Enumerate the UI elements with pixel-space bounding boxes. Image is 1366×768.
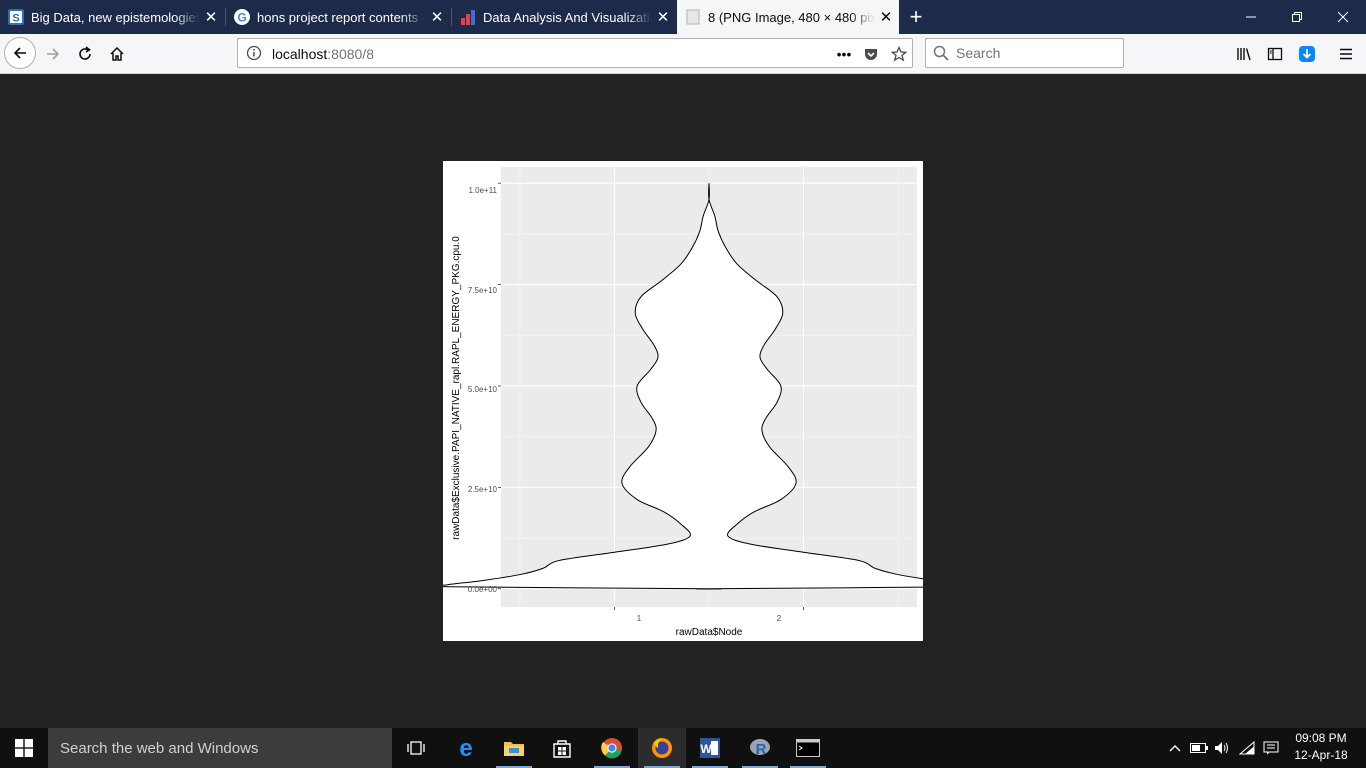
back-arrow-icon (13, 47, 26, 59)
tab-title: 8 (PNG Image, 480 × 480 pixels) (708, 9, 875, 25)
y-tick-label: 7.5e+10 (468, 286, 498, 295)
task-view-button[interactable] (392, 728, 440, 768)
tab-title: Data Analysis And Visualization (483, 9, 652, 25)
tray-overflow-icon[interactable] (1166, 728, 1184, 768)
terminal-icon (796, 739, 820, 757)
tab-hons-report[interactable]: G hons project report contents - Google … (226, 0, 450, 34)
new-tab-button[interactable]: + (904, 0, 928, 34)
y-tick-label: 1.0e+11 (468, 186, 497, 195)
clock-time: 09:08 PM (1295, 731, 1347, 745)
volume-icon[interactable] (1212, 728, 1232, 768)
store-button[interactable] (538, 728, 586, 768)
minimize-button[interactable] (1228, 0, 1274, 34)
word-button[interactable]: W (686, 728, 734, 768)
y-axis-title: rawData$Exclusive.PAPI_NATIVE_rapl.RAPL_… (451, 236, 462, 540)
address-bar[interactable]: localhost:8080/8 ••• (237, 38, 913, 68)
sidebar-button[interactable] (1261, 40, 1289, 68)
sidebar-icon (1267, 47, 1283, 61)
close-icon[interactable]: ✕ (875, 8, 897, 26)
scholar-icon: S (8, 9, 24, 25)
tab-big-data[interactable]: S Big Data, new epistemologies and parad… (0, 0, 224, 34)
windows-logo-icon (15, 739, 33, 757)
back-button[interactable] (4, 37, 36, 69)
edge-button[interactable]: e (442, 728, 490, 768)
close-window-button[interactable] (1320, 0, 1366, 34)
firefox-button[interactable] (638, 728, 686, 768)
x-tick-label: 2 (777, 614, 782, 623)
edge-icon: e (459, 737, 472, 759)
menu-button[interactable] (1332, 40, 1360, 68)
taskbar-search-placeholder: Search the web and Windows (60, 740, 259, 757)
google-icon: G (234, 9, 250, 25)
tab-title: hons project report contents - Google Do… (257, 9, 426, 25)
word-icon: W (700, 738, 720, 758)
wifi-icon[interactable] (1236, 728, 1258, 768)
violin-plot: 0.0e+00 2.5e+10 5.0e+10 7.5e+10 1.0e+11 … (427, 167, 991, 638)
pocket-icon[interactable] (861, 44, 881, 64)
chrome-button[interactable] (588, 728, 636, 768)
close-icon[interactable]: ✕ (652, 8, 674, 26)
url-path: :8080/8 (327, 46, 374, 62)
tab-title: Big Data, new epistemologies and paradig… (31, 9, 200, 25)
svg-text:S: S (12, 13, 19, 25)
r-button[interactable]: R (736, 728, 784, 768)
command-prompt-button[interactable] (784, 728, 832, 768)
url-host: localhost (272, 46, 328, 62)
bar-chart-icon (460, 9, 476, 25)
forward-button[interactable] (38, 39, 68, 69)
x-tick-label: 1 (637, 614, 642, 623)
svg-text:G: G (237, 11, 246, 25)
file-explorer-button[interactable] (490, 728, 538, 768)
plot-image[interactable]: 0.0e+00 2.5e+10 5.0e+10 7.5e+10 1.0e+11 … (427, 161, 991, 641)
svg-text:e: e (459, 737, 472, 759)
taskbar-search-box[interactable]: Search the web and Windows (48, 728, 392, 768)
reload-icon (79, 46, 91, 60)
downloads-button[interactable] (1293, 40, 1321, 68)
svg-text:R: R (756, 741, 767, 758)
chrome-icon (601, 738, 622, 759)
library-icon (1237, 48, 1251, 61)
r-icon: R (750, 739, 770, 758)
bookmark-star-icon[interactable] (889, 44, 909, 64)
navigation-toolbar: localhost:8080/8 ••• (0, 34, 1366, 74)
search-input[interactable] (956, 44, 1116, 62)
search-icon (933, 45, 949, 61)
page-actions-button[interactable]: ••• (834, 44, 854, 64)
y-tick-label: 5.0e+10 (468, 385, 498, 394)
url-text[interactable]: localhost:8080/8 (272, 46, 374, 62)
tab-data-analysis[interactable]: Data Analysis And Visualization ✕ (452, 0, 676, 34)
x-axis-title: rawData$Node (676, 627, 743, 638)
library-button[interactable] (1230, 40, 1258, 68)
download-icon (1299, 46, 1315, 62)
image-icon (685, 9, 701, 25)
home-icon (110, 46, 124, 61)
taskbar: Search the web and Windows e W R 09:08 P… (0, 728, 1366, 768)
system-clock[interactable]: 09:08 PM 12-Apr-18 (1286, 730, 1356, 766)
svg-text:W: W (700, 742, 712, 756)
battery-icon[interactable] (1188, 728, 1210, 768)
folder-icon (504, 742, 524, 756)
restore-button[interactable] (1274, 0, 1320, 34)
home-button[interactable] (102, 39, 132, 69)
reload-button[interactable] (70, 39, 100, 69)
forward-arrow-icon (47, 48, 60, 60)
notifications-icon[interactable] (1260, 728, 1282, 768)
search-box[interactable] (925, 38, 1124, 68)
close-icon[interactable]: ✕ (426, 8, 448, 26)
firefox-icon (652, 738, 672, 758)
tab-strip: S Big Data, new epistemologies and parad… (0, 0, 1366, 34)
store-bag-icon (553, 740, 571, 758)
hamburger-menu-icon (1340, 48, 1352, 60)
tab-png-image[interactable]: 8 (PNG Image, 480 × 480 pixels) ✕ (677, 0, 899, 34)
y-tick-label: 0.0e+00 (468, 585, 498, 594)
clock-date: 12-Apr-18 (1294, 748, 1348, 762)
y-tick-label: 2.5e+10 (468, 485, 498, 494)
close-icon[interactable]: ✕ (200, 8, 222, 26)
page-content: 0.0e+00 2.5e+10 5.0e+10 7.5e+10 1.0e+11 … (0, 74, 1366, 728)
task-view-icon (407, 741, 425, 755)
start-button[interactable] (0, 728, 48, 768)
info-icon[interactable] (246, 45, 262, 61)
